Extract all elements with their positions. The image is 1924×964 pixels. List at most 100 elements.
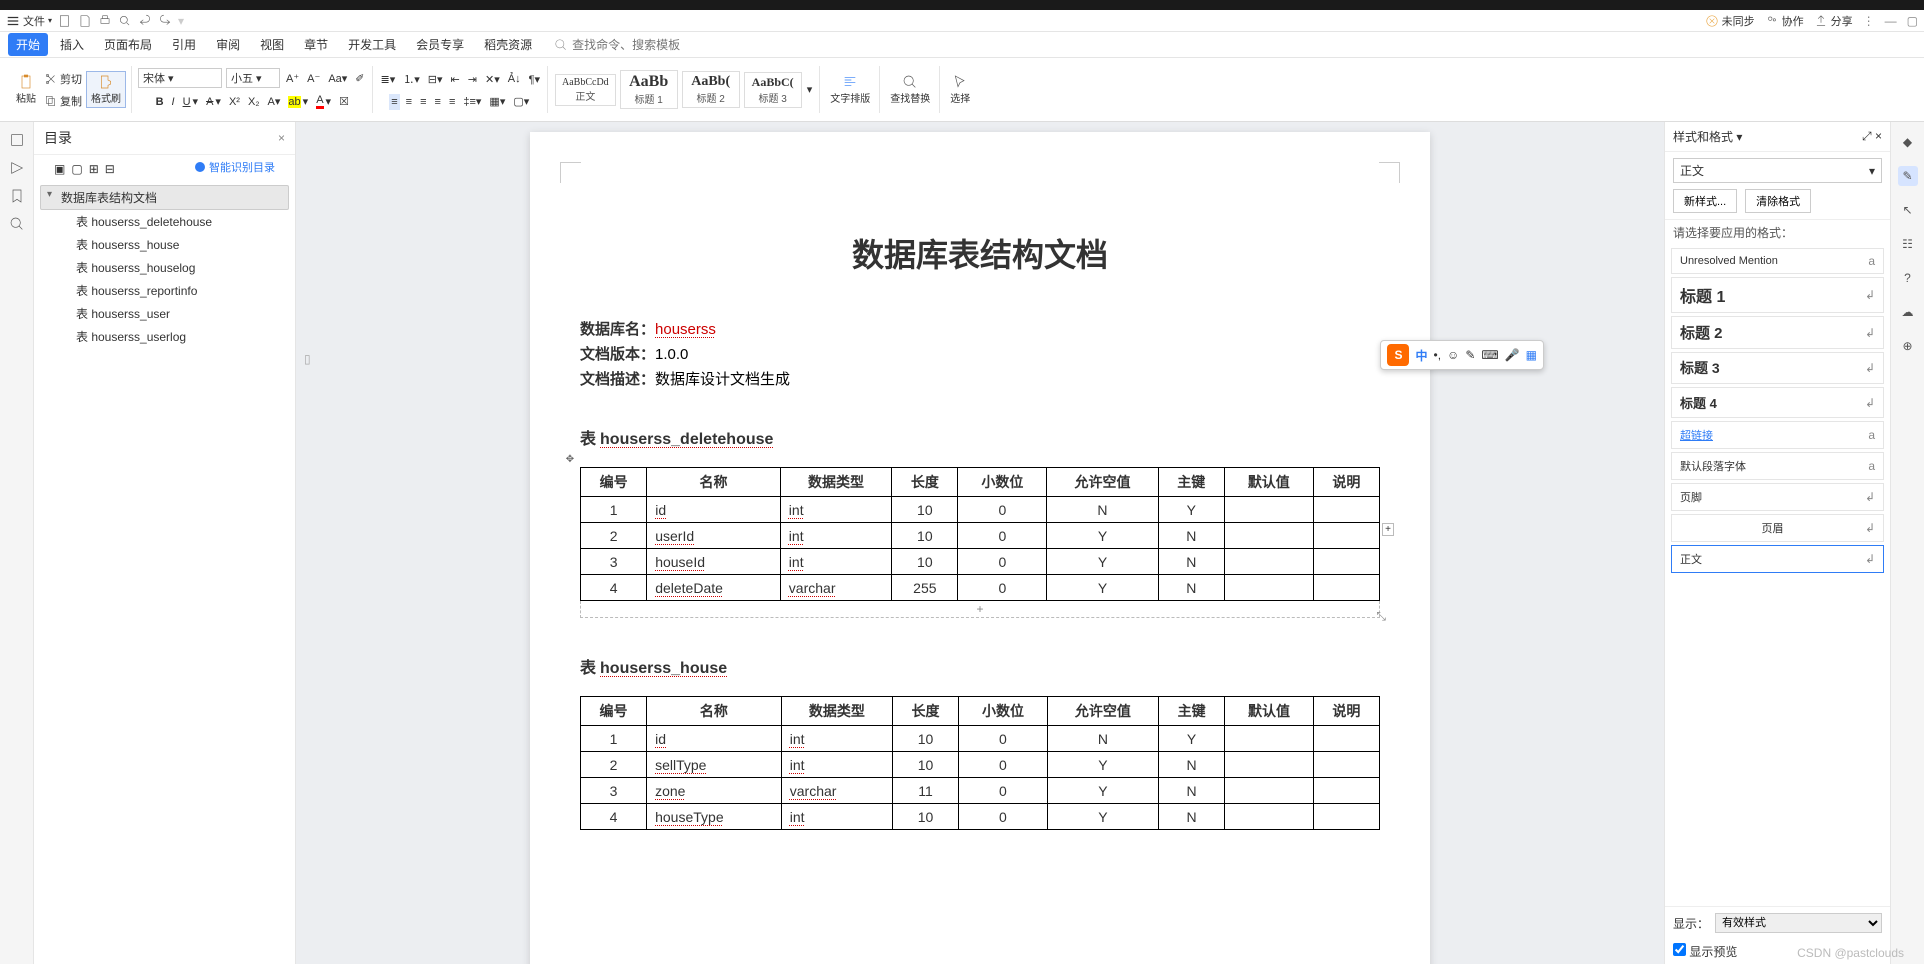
sync-status[interactable]: 未同步: [1705, 13, 1755, 29]
window-min-icon[interactable]: —: [1885, 14, 1897, 28]
outline-promote-icon[interactable]: ⊞: [89, 162, 99, 176]
outline-close-icon[interactable]: ×: [278, 131, 285, 145]
menu-2[interactable]: 页面布局: [96, 33, 160, 56]
font-color-icon[interactable]: A▾: [314, 92, 333, 111]
menu-5[interactable]: 视图: [252, 33, 292, 56]
ime-menu-icon[interactable]: ▦: [1526, 348, 1537, 362]
menu-6[interactable]: 章节: [296, 33, 336, 56]
qat-save-icon[interactable]: [78, 14, 92, 28]
new-style-button[interactable]: 新样式...: [1673, 189, 1737, 213]
current-style-combo[interactable]: 正文▾: [1673, 158, 1882, 183]
ime-toolbar[interactable]: S 中 •, ☺ ✎ ⌨ 🎤 ▦: [1380, 340, 1544, 370]
style-row[interactable]: 标题 1↲: [1671, 277, 1884, 313]
rail-diamond-icon[interactable]: ◆: [1898, 132, 1918, 152]
command-search-input[interactable]: [572, 38, 692, 52]
style-row[interactable]: 正文↲: [1671, 545, 1884, 573]
command-search[interactable]: [554, 38, 692, 52]
table-move-handle[interactable]: ✥: [562, 451, 578, 467]
collaborate-button[interactable]: 协作: [1765, 13, 1804, 29]
share-button[interactable]: 分享: [1814, 13, 1853, 29]
copy-button[interactable]: 复制: [42, 91, 84, 111]
align-right-icon[interactable]: ≡: [418, 94, 428, 110]
tree-item[interactable]: 表 houserss_house: [40, 233, 289, 256]
clear-format-button[interactable]: 清除格式: [1745, 189, 1811, 213]
qat-redo-icon[interactable]: [158, 14, 172, 28]
style-row[interactable]: 标题 4↲: [1671, 387, 1884, 418]
style-row[interactable]: Unresolved Mentiona: [1671, 248, 1884, 274]
outline-demote-icon[interactable]: ⊟: [105, 162, 115, 176]
superscript-icon[interactable]: X²: [227, 94, 242, 110]
menu-9[interactable]: 稻壳资源: [476, 33, 540, 56]
show-styles-select[interactable]: 有效样式: [1715, 913, 1882, 933]
show-marks-icon[interactable]: ¶▾: [527, 71, 542, 88]
tree-item[interactable]: 表 houserss_houselog: [40, 256, 289, 279]
style-normal[interactable]: AaBbCcDd正文: [555, 74, 616, 106]
outline-collapse-icon[interactable]: ▢: [71, 162, 82, 176]
align-justify-icon[interactable]: ≡: [433, 94, 443, 110]
table-add-row[interactable]: +: [580, 601, 1380, 618]
rail-pencil-icon[interactable]: ✎: [1898, 166, 1918, 186]
borders-icon[interactable]: ▢▾: [511, 93, 531, 110]
tree-root[interactable]: 数据库表结构文档: [40, 185, 289, 210]
multilevel-icon[interactable]: ⊟▾: [426, 71, 445, 88]
align-distribute-icon[interactable]: ≡: [447, 94, 457, 110]
underline-icon[interactable]: U▾: [181, 93, 200, 110]
rail-cursor-icon[interactable]: ↖: [1898, 200, 1918, 220]
style-row[interactable]: 标题 2↲: [1671, 316, 1884, 349]
select-button[interactable]: 选择: [946, 72, 974, 107]
ime-lang[interactable]: 中: [1415, 347, 1427, 364]
document-area[interactable]: ▯ 数据库表结构文档 数据库名：houserss 文档版本：1.0.0 文档描述…: [296, 122, 1664, 964]
rail-outline-icon[interactable]: [9, 132, 25, 148]
font-family-combo[interactable]: 宋体 ▾: [138, 68, 222, 88]
bold-icon[interactable]: B: [154, 94, 166, 110]
font-size-combo[interactable]: 小五 ▾: [226, 68, 280, 88]
style-h1[interactable]: AaBb标题 1: [620, 70, 678, 109]
text-layout-button[interactable]: 文字排版: [826, 72, 874, 107]
tree-item[interactable]: 表 houserss_userlog: [40, 325, 289, 348]
bullets-icon[interactable]: ≣▾: [379, 71, 398, 88]
menu-0[interactable]: 开始: [8, 33, 48, 56]
paste-button[interactable]: 粘贴: [12, 72, 40, 107]
style-row[interactable]: 页脚↲: [1671, 483, 1884, 511]
rail-settings-icon[interactable]: ☷: [1898, 234, 1918, 254]
strike-icon[interactable]: A▾: [204, 93, 223, 110]
align-center-icon[interactable]: ≡: [404, 94, 414, 110]
dec-indent-icon[interactable]: ⇤: [449, 71, 462, 88]
tree-item[interactable]: 表 houserss_reportinfo: [40, 279, 289, 302]
outline-expand-icon[interactable]: ▣: [54, 162, 65, 176]
show-preview-check[interactable]: 显示预览: [1673, 945, 1737, 959]
table-add-col[interactable]: +: [1382, 523, 1394, 536]
style-gallery-more-icon[interactable]: ▾: [805, 81, 815, 98]
style-row[interactable]: 超链接a: [1671, 421, 1884, 449]
ime-voice-icon[interactable]: 🎤: [1505, 348, 1520, 362]
rail-bookmark-icon[interactable]: [9, 188, 25, 204]
style-h2[interactable]: AaBb(标题 2: [682, 71, 740, 108]
style-row[interactable]: 页眉↲: [1671, 514, 1884, 542]
ime-skin-icon[interactable]: ✎: [1465, 348, 1475, 362]
format-painter-button[interactable]: 格式刷: [86, 71, 126, 108]
rail-nav-icon[interactable]: [9, 160, 25, 176]
inc-indent-icon[interactable]: ⇥: [466, 71, 479, 88]
qat-preview-icon[interactable]: [118, 14, 132, 28]
menu-1[interactable]: 插入: [52, 33, 92, 56]
window-max-icon[interactable]: ▢: [1907, 14, 1918, 28]
rail-more-icon[interactable]: ⊕: [1898, 336, 1918, 356]
ime-punct-icon[interactable]: •,: [1434, 348, 1442, 362]
shading-icon[interactable]: ▦▾: [487, 93, 507, 110]
table-resize-handle[interactable]: ⤡: [1376, 609, 1386, 624]
text-effect-icon[interactable]: A▾: [266, 93, 283, 110]
line-spacing-icon[interactable]: ‡≡▾: [461, 93, 483, 110]
menu-7[interactable]: 开发工具: [340, 33, 404, 56]
cut-button[interactable]: 剪切: [42, 69, 84, 89]
tree-item[interactable]: 表 houserss_user: [40, 302, 289, 325]
shrink-font-icon[interactable]: A⁻: [305, 70, 322, 87]
style-h3[interactable]: AaBbC(标题 3: [744, 72, 802, 108]
numbering-icon[interactable]: ⒈▾: [401, 69, 422, 89]
ime-keyboard-icon[interactable]: ⌨: [1481, 348, 1498, 362]
subscript-icon[interactable]: X₂: [246, 94, 262, 110]
clear-format-icon[interactable]: ✐: [353, 70, 366, 87]
change-case-icon[interactable]: Aa▾: [326, 70, 349, 87]
menu-4[interactable]: 审阅: [208, 33, 248, 56]
find-replace-button[interactable]: 查找替换: [886, 72, 934, 107]
rail-cloud-icon[interactable]: ☁: [1898, 302, 1918, 322]
